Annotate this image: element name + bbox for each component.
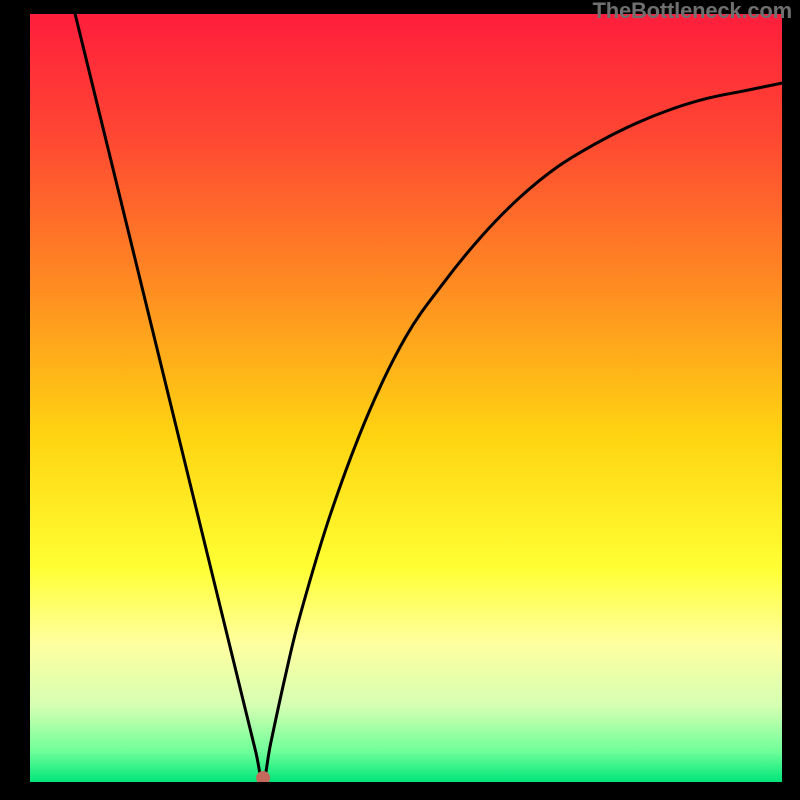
bottleneck-chart (30, 14, 782, 782)
watermark-label: TheBottleneck.com (592, 0, 792, 24)
chart-frame (30, 14, 782, 782)
gradient-background (30, 14, 782, 782)
